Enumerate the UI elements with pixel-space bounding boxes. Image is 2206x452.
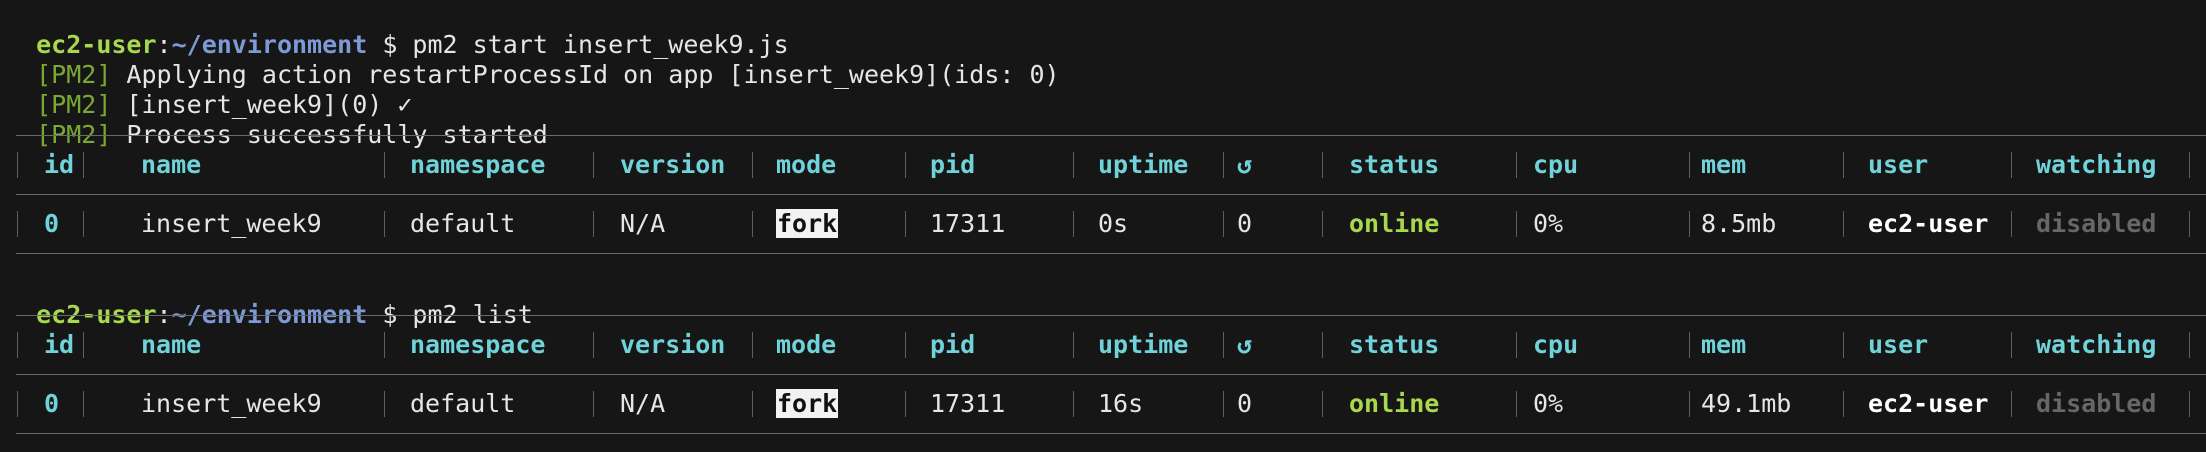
mode-badge: fork bbox=[776, 209, 839, 238]
pm2-message-line: [PM2] Applying action restartProcessId o… bbox=[6, 30, 1060, 89]
header-namespace: namespace bbox=[410, 150, 546, 179]
header-cpu: cpu bbox=[1533, 150, 1579, 179]
process-table-list: id name namespace version mode pid uptim… bbox=[16, 315, 2206, 434]
header-mem: mem bbox=[1701, 330, 1747, 359]
cell-mem: 8.5mb bbox=[1701, 209, 1777, 238]
cell-uptime: 16s bbox=[1098, 389, 1144, 418]
cell-uptime: 0s bbox=[1098, 209, 1129, 238]
header-mode: mode bbox=[776, 330, 837, 359]
cell-name: insert_week9 bbox=[141, 389, 322, 418]
pm2-message-line: [PM2] Process successfully started bbox=[6, 90, 548, 149]
cell-cpu: 0% bbox=[1533, 389, 1564, 418]
cell-namespace: default bbox=[410, 209, 516, 238]
cell-version: N/A bbox=[620, 389, 666, 418]
cell-restarts: 0 bbox=[1237, 209, 1253, 238]
pm2-message-line: [PM2] [insert_week9](0) ✓ bbox=[6, 60, 412, 119]
header-cpu: cpu bbox=[1533, 330, 1579, 359]
cell-user: ec2-user bbox=[1868, 209, 1989, 238]
cell-id: 0 bbox=[44, 209, 60, 238]
cell-mem: 49.1mb bbox=[1701, 389, 1792, 418]
header-watching: watching bbox=[2036, 330, 2157, 359]
cell-version: N/A bbox=[620, 209, 666, 238]
header-id: id bbox=[44, 330, 75, 359]
header-pid: pid bbox=[930, 150, 976, 179]
header-namespace: namespace bbox=[410, 330, 546, 359]
header-pid: pid bbox=[930, 330, 976, 359]
header-uptime: uptime bbox=[1098, 150, 1189, 179]
header-name: name bbox=[141, 150, 202, 179]
cell-namespace: default bbox=[410, 389, 516, 418]
cell-watching: disabled bbox=[2036, 389, 2157, 418]
header-user: user bbox=[1868, 330, 1929, 359]
status-badge: online bbox=[1349, 209, 1440, 238]
header-version: version bbox=[620, 330, 726, 359]
cell-pid: 17311 bbox=[930, 209, 1006, 238]
header-name: name bbox=[141, 330, 202, 359]
cell-mode: fork bbox=[776, 209, 839, 239]
header-user: user bbox=[1868, 150, 1929, 179]
header-watching: watching bbox=[2036, 150, 2157, 179]
status-badge: online bbox=[1349, 389, 1440, 418]
header-status: status bbox=[1349, 150, 1440, 179]
cell-name: insert_week9 bbox=[141, 209, 322, 238]
header-mode: mode bbox=[776, 150, 837, 179]
header-status: status bbox=[1349, 330, 1440, 359]
header-id: id bbox=[44, 150, 75, 179]
header-mem: mem bbox=[1701, 150, 1747, 179]
cell-mode: fork bbox=[776, 389, 839, 419]
process-table-start: id name namespace version mode pid uptim… bbox=[16, 135, 2206, 254]
restart-count-icon: ↺ bbox=[1237, 150, 1253, 179]
restart-count-icon: ↺ bbox=[1237, 330, 1253, 359]
prompt-line-list: ec2-user:~/environment $ pm2 list bbox=[6, 270, 533, 329]
cell-restarts: 0 bbox=[1237, 389, 1253, 418]
cell-watching: disabled bbox=[2036, 209, 2157, 238]
mode-badge: fork bbox=[776, 389, 839, 418]
cell-user: ec2-user bbox=[1868, 389, 1989, 418]
cell-id: 0 bbox=[44, 389, 60, 418]
header-uptime: uptime bbox=[1098, 330, 1189, 359]
cell-cpu: 0% bbox=[1533, 209, 1564, 238]
header-version: version bbox=[620, 150, 726, 179]
prompt-line-start: ec2-user:~/environment $ pm2 start inser… bbox=[6, 0, 789, 59]
cell-pid: 17311 bbox=[930, 389, 1006, 418]
